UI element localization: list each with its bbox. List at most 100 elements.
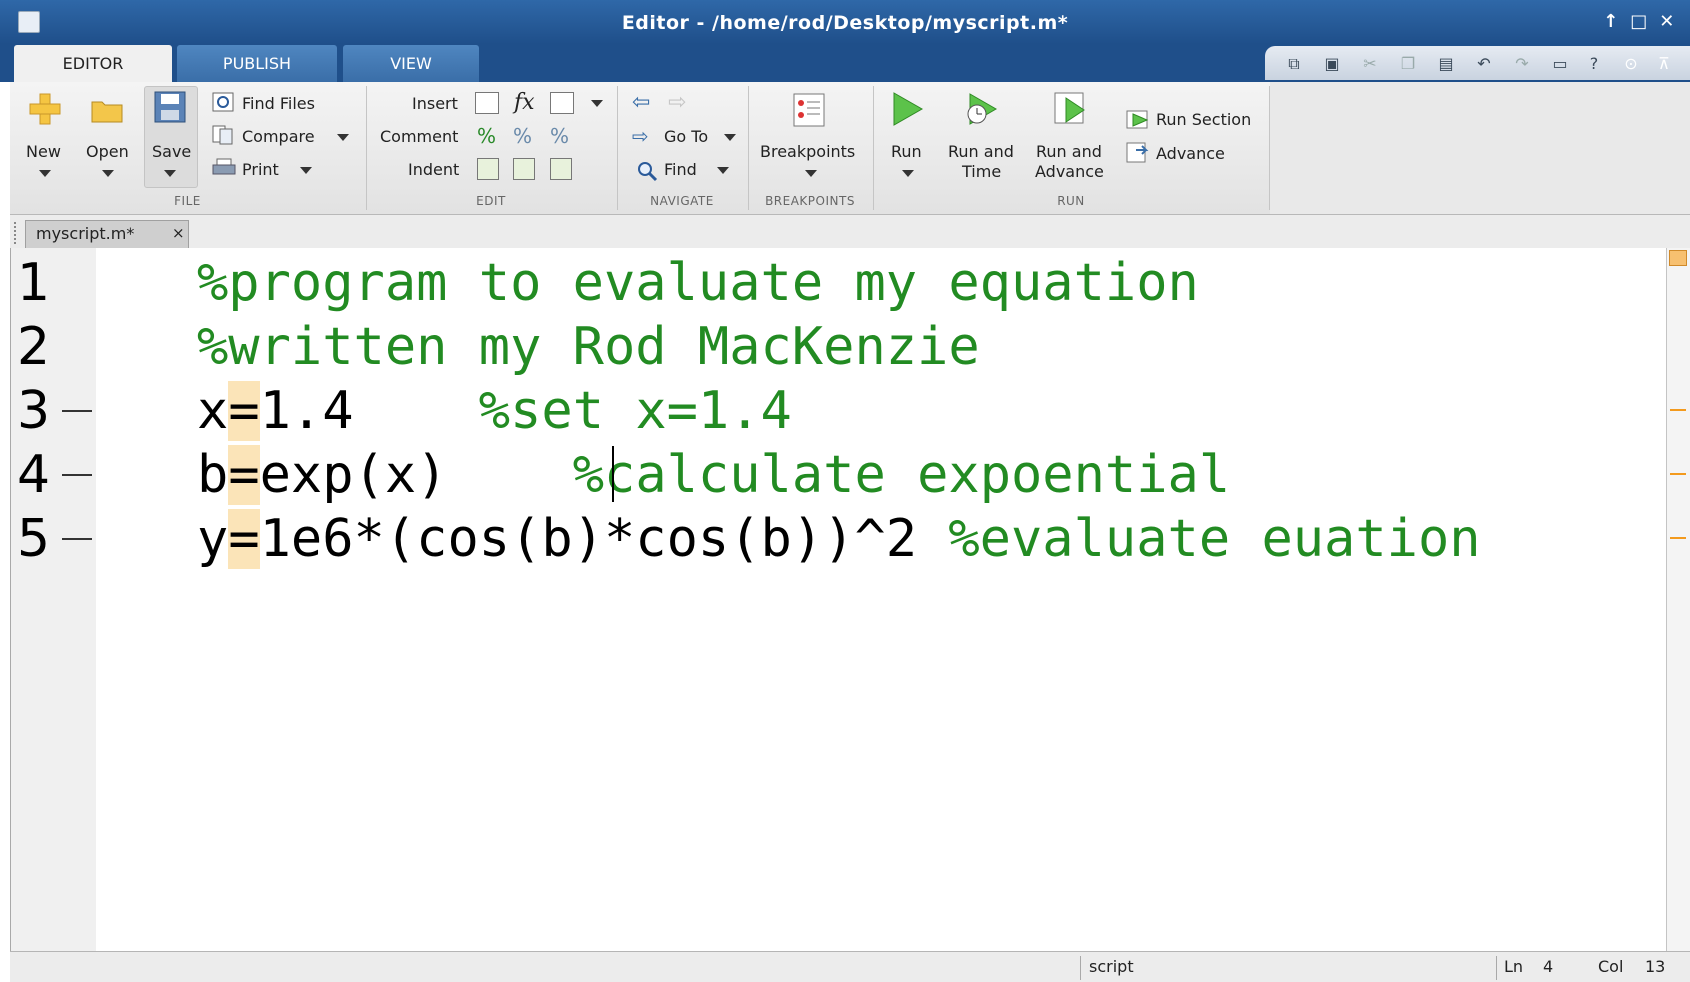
code-line[interactable]: y=1e6*(cos(b)*cos(b))^2 %evaluate euatio… xyxy=(197,507,1481,571)
undo-icon[interactable]: ↶ xyxy=(1473,54,1495,74)
line-number: 2 xyxy=(17,317,51,377)
status-divider xyxy=(1080,956,1081,980)
goto-button[interactable]: Go To xyxy=(664,127,708,146)
run-and-advance-icon[interactable] xyxy=(1052,90,1090,128)
code-line[interactable]: %program to evaluate my equation xyxy=(197,251,1199,315)
open-folder-icon[interactable] xyxy=(90,96,124,124)
breakpoints-button[interactable]: Breakpoints xyxy=(760,142,855,161)
run-and-time-label-2[interactable]: Time xyxy=(962,162,1001,181)
new-shortcut-icon[interactable]: ⧉ xyxy=(1283,54,1305,74)
line-number-status: 4 xyxy=(1543,957,1554,976)
code-line[interactable]: b=exp(x) %calculate expoential xyxy=(197,443,1230,507)
print-dropdown-arrow[interactable] xyxy=(300,167,312,174)
warning-marker[interactable] xyxy=(1670,409,1686,411)
forward-arrow-icon[interactable]: ⇨ xyxy=(668,90,686,115)
run-play-icon[interactable] xyxy=(890,90,924,128)
section-label-edit: EDIT xyxy=(476,194,506,208)
new-button[interactable]: New xyxy=(26,142,61,161)
line-number: 3 xyxy=(17,381,51,441)
document-tab-bar xyxy=(10,215,1690,249)
tab-editor[interactable]: EDITOR xyxy=(14,45,172,82)
insert-function-icon[interactable]: fx xyxy=(514,90,535,115)
new-dropdown-arrow[interactable] xyxy=(39,170,51,177)
comment-label: Comment xyxy=(380,127,459,146)
copy-icon[interactable]: ❐ xyxy=(1397,54,1419,74)
decrease-indent-icon[interactable] xyxy=(550,158,572,180)
save-icon[interactable]: ▣ xyxy=(1321,54,1343,74)
print-button[interactable]: Print xyxy=(242,160,279,179)
section-label-breakpoints: BREAKPOINTS xyxy=(765,194,855,208)
save-dropdown-arrow[interactable] xyxy=(164,170,176,177)
run-dropdown-arrow[interactable] xyxy=(902,170,914,177)
code-variable: b xyxy=(197,445,229,505)
compare-dropdown-arrow[interactable] xyxy=(337,134,349,141)
window-title: Editor - /home/rod/Desktop/myscript.m* xyxy=(621,12,1069,34)
comment-icon[interactable]: % xyxy=(477,124,496,148)
wrap-comment-icon[interactable]: % xyxy=(550,124,569,148)
section-label-run: RUN xyxy=(1057,194,1085,208)
find-files-button[interactable]: Find Files xyxy=(242,94,315,113)
run-and-advance-label-2[interactable]: Advance xyxy=(1035,162,1104,181)
run-and-advance-label-1[interactable]: Run and xyxy=(1036,142,1102,161)
breakpoints-icon[interactable] xyxy=(792,92,826,128)
redo-icon[interactable]: ↷ xyxy=(1511,54,1533,74)
find-dropdown-arrow[interactable] xyxy=(717,167,729,174)
insert-dropdown-arrow[interactable] xyxy=(591,100,603,107)
paste-icon[interactable]: ▤ xyxy=(1435,54,1457,74)
compare-button[interactable]: Compare xyxy=(242,127,315,146)
smart-indent-icon[interactable] xyxy=(477,158,499,180)
find-files-icon xyxy=(212,92,234,112)
insert-fi-icon[interactable] xyxy=(550,92,574,114)
drag-handle[interactable] xyxy=(14,222,22,244)
tab-view[interactable]: VIEW xyxy=(343,45,479,82)
increase-indent-icon[interactable] xyxy=(513,158,535,180)
cut-icon[interactable]: ✂ xyxy=(1359,54,1381,74)
back-arrow-icon[interactable]: ⇦ xyxy=(632,90,650,115)
goto-dropdown-arrow[interactable] xyxy=(724,134,736,141)
indent-label: Indent xyxy=(408,160,460,179)
section-label-navigate: NAVIGATE xyxy=(650,194,714,208)
column-label: Col xyxy=(1598,957,1624,976)
open-dropdown-arrow[interactable] xyxy=(102,170,114,177)
switch-windows-icon[interactable]: ▭ xyxy=(1549,54,1571,74)
minimize-arrow-icon[interactable]: ↑ xyxy=(1600,11,1622,33)
status-divider xyxy=(1496,956,1497,980)
uncomment-icon[interactable]: % xyxy=(513,124,532,148)
code-analyzer-bar[interactable] xyxy=(1666,248,1690,951)
tab-publish[interactable]: PUBLISH xyxy=(177,45,337,82)
find-button[interactable]: Find xyxy=(664,160,697,179)
close-tab-icon[interactable]: × xyxy=(172,224,185,242)
run-section-button[interactable]: Run Section xyxy=(1156,110,1251,129)
collapse-ribbon-icon[interactable]: ⊼ xyxy=(1653,54,1675,74)
document-tab-myscript[interactable]: myscript.m* × xyxy=(25,220,189,248)
section-divider xyxy=(366,86,367,210)
warning-marker[interactable] xyxy=(1670,473,1686,475)
maximize-icon[interactable]: □ xyxy=(1628,11,1650,33)
insert-section-icon[interactable] xyxy=(475,92,499,114)
magnifier-icon xyxy=(638,162,658,182)
save-button[interactable]: Save xyxy=(152,142,191,161)
help-icon[interactable]: ? xyxy=(1583,54,1605,74)
options-chevron-icon[interactable]: ⊙ xyxy=(1620,54,1642,74)
open-button[interactable]: Open xyxy=(86,142,129,161)
breakpoint-dash[interactable] xyxy=(62,410,92,412)
breakpoint-dash[interactable] xyxy=(62,474,92,476)
goto-icon: ⇨ xyxy=(632,124,649,148)
breakpoint-dash[interactable] xyxy=(62,538,92,540)
status-bar xyxy=(10,951,1690,982)
section-label-file: FILE xyxy=(174,194,201,208)
run-and-time-icon[interactable] xyxy=(962,90,1000,128)
run-button[interactable]: Run xyxy=(891,142,922,161)
code-operator: = xyxy=(228,445,260,505)
new-plus-icon[interactable] xyxy=(28,92,62,126)
code-line[interactable]: %written my Rod MacKenzie xyxy=(197,315,980,379)
breakpoints-dropdown-arrow[interactable] xyxy=(805,170,817,177)
save-disk-icon[interactable] xyxy=(153,90,187,124)
warning-marker[interactable] xyxy=(1670,537,1686,539)
code-line[interactable]: x=1.4 %set x=1.4 xyxy=(197,379,792,443)
close-window-icon[interactable]: ✕ xyxy=(1656,11,1678,33)
advance-button[interactable]: Advance xyxy=(1156,144,1225,163)
insert-label: Insert xyxy=(412,94,458,113)
run-and-time-label-1[interactable]: Run and xyxy=(948,142,1014,161)
warning-indicator-icon[interactable] xyxy=(1669,250,1687,266)
